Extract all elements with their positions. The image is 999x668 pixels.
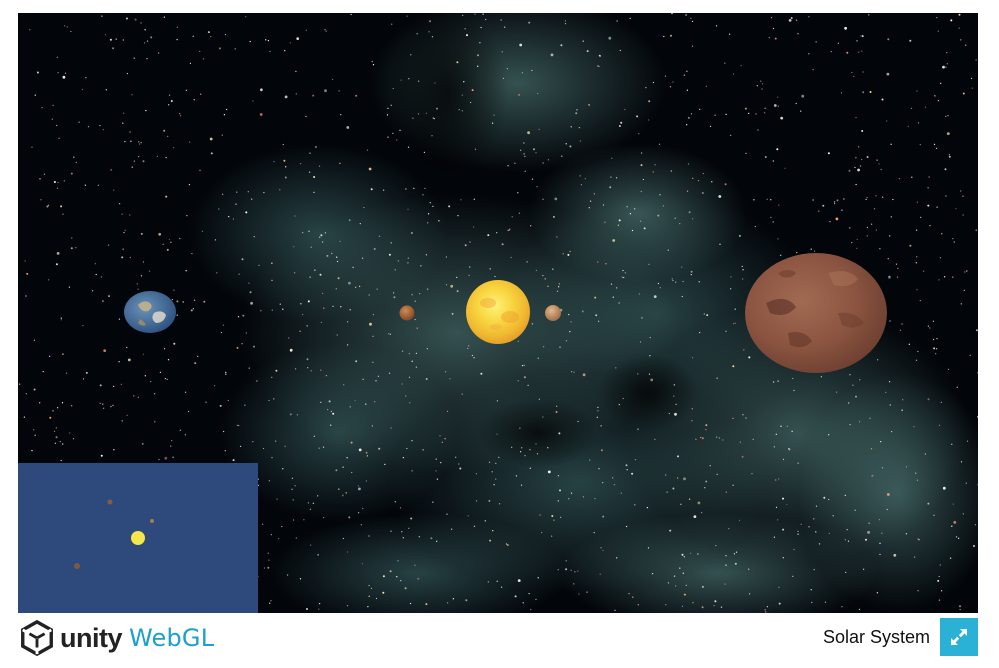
earth-planet: [124, 291, 176, 333]
unity-wordmark: unity: [60, 622, 123, 653]
unity-container: [18, 13, 978, 613]
minimap-viewport: [18, 463, 258, 613]
fullscreen-button[interactable]: [940, 618, 978, 656]
minimap-planet-2: [150, 519, 154, 523]
minimap-planet-3: [74, 563, 80, 569]
sun: [466, 280, 530, 344]
minimap-planet-1: [107, 499, 113, 505]
unity-logo-icon: [21, 619, 53, 657]
unity-footer: unity WebGL Solar System: [18, 613, 978, 668]
minimap-scene: [74, 499, 154, 569]
build-title: Solar System: [822, 627, 930, 647]
unity-webgl-logo: unity WebGL: [18, 617, 214, 659]
small-planet-left: [399, 305, 415, 321]
minimap-sun: [131, 531, 145, 545]
mars-planet: [745, 253, 887, 373]
fullscreen-expand-icon: [951, 629, 967, 645]
small-planet-right: [545, 305, 561, 321]
game-canvas[interactable]: [18, 13, 978, 613]
webgl-wordmark: WebGL: [129, 624, 215, 652]
